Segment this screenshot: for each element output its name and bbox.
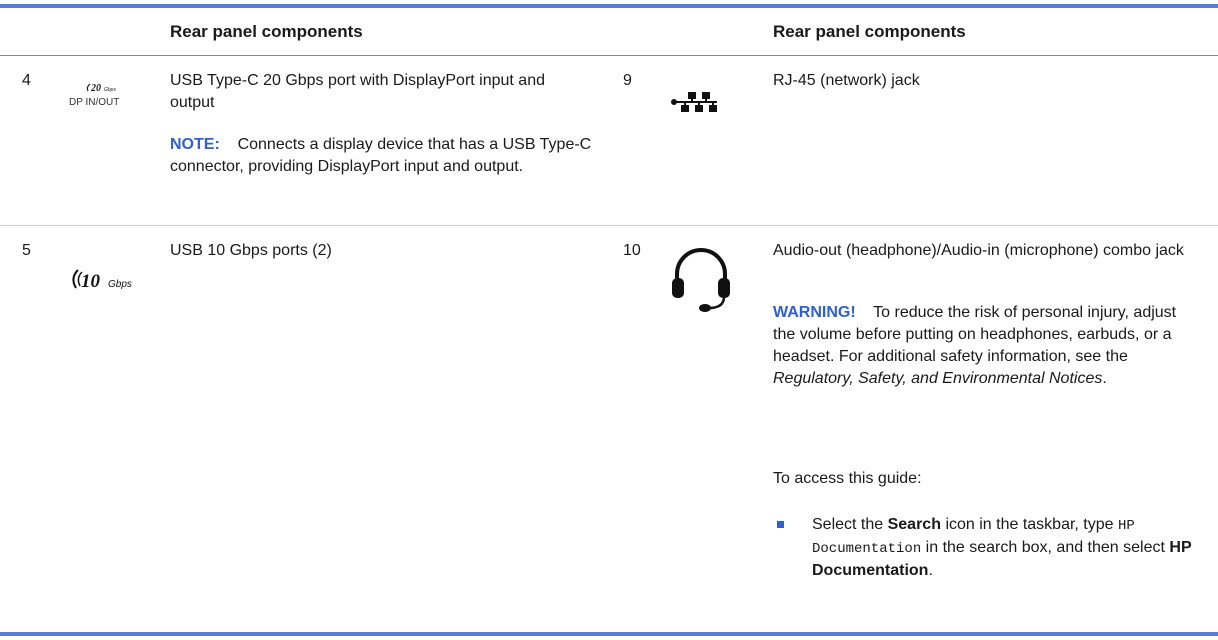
- svg-text:Gbps: Gbps: [108, 279, 132, 290]
- row-number: 10: [623, 242, 641, 259]
- bullet-text-2: icon in the taskbar, type: [945, 516, 1114, 533]
- headset-icon: [665, 244, 737, 314]
- table-top-rule: [0, 4, 1218, 8]
- note-text: Connects a display device that has a USB…: [170, 136, 592, 175]
- bullet-text-1: Select the: [812, 516, 884, 533]
- svg-text:20: 20: [90, 83, 101, 94]
- svg-text:DP IN/OUT: DP IN/OUT: [69, 97, 119, 108]
- bullet-end: .: [928, 562, 933, 579]
- row-divider: [0, 225, 1218, 226]
- warning-label: WARNING!: [773, 304, 856, 321]
- usb-c-20gbps-dp-icon: 20 Gbps DP IN/OUT: [60, 78, 150, 118]
- row-description: Audio-out (headphone)/Audio-in (micropho…: [773, 242, 1184, 259]
- usb-10gbps-icon: 10 Gbps: [68, 264, 148, 296]
- table-bottom-rule: [0, 632, 1218, 636]
- note-label: NOTE:: [170, 136, 220, 153]
- svg-text:10: 10: [81, 271, 101, 292]
- row-description: RJ-45 (network) jack: [773, 72, 920, 89]
- row-number: 5: [22, 242, 31, 259]
- warning-doc-title: Regulatory, Safety, and Environmental No…: [773, 370, 1103, 387]
- warning-block: WARNING! To reduce the risk of personal …: [773, 302, 1193, 390]
- bullet-item: Select the Search icon in the taskbar, t…: [777, 514, 1218, 582]
- bullet-text-3: in the search box, and then select: [925, 539, 1165, 556]
- rear-panel-table: Rear panel components Rear panel compone…: [0, 0, 1218, 640]
- left-column-header: Rear panel components: [170, 22, 363, 41]
- row-number: 4: [22, 72, 31, 89]
- bullet-marker: [777, 521, 784, 528]
- row-description: USB 10 Gbps ports (2): [170, 242, 332, 259]
- row-number: 9: [623, 72, 632, 89]
- note-block: NOTE: Connects a display device that has…: [170, 134, 610, 178]
- right-column-header: Rear panel components: [773, 22, 966, 41]
- access-guide-text: To access this guide:: [773, 470, 922, 487]
- bullet-search-term: Search: [887, 516, 941, 533]
- row-description: USB Type-C 20 Gbps port with DisplayPort…: [170, 72, 545, 111]
- svg-text:Gbps: Gbps: [104, 87, 116, 93]
- warning-end: .: [1102, 370, 1107, 387]
- network-icon: [670, 90, 730, 120]
- header-divider: [0, 55, 1218, 56]
